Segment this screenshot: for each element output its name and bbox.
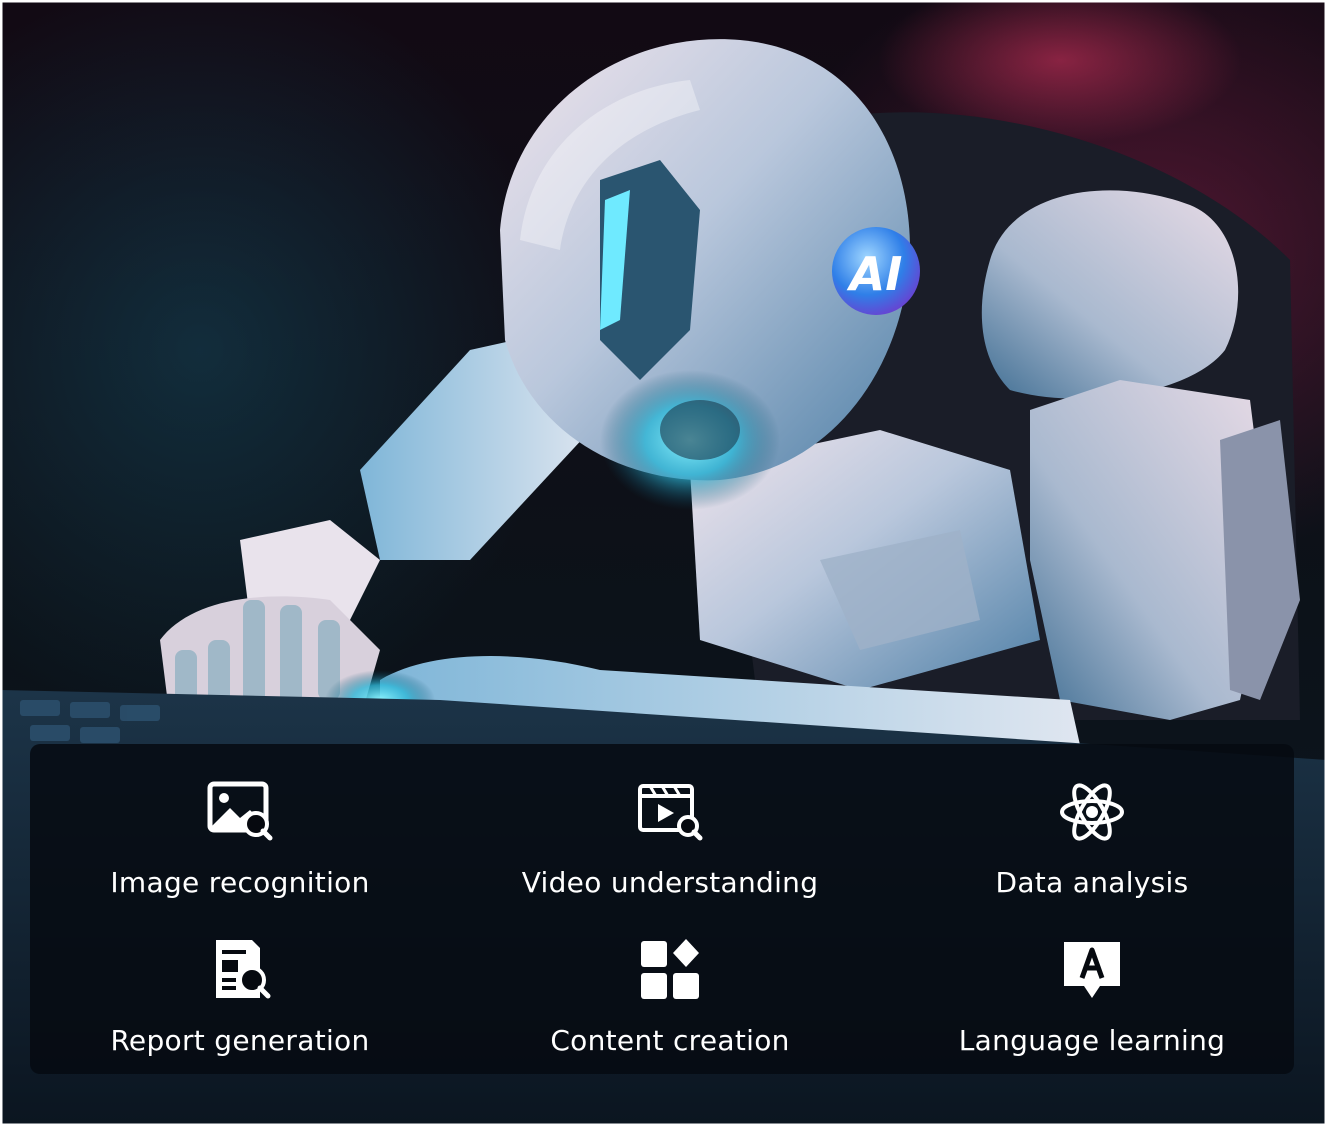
image-search-icon (206, 778, 274, 846)
feature-report-generation[interactable]: Report generation (30, 900, 450, 1064)
video-search-icon (636, 778, 704, 846)
feature-label: Data analysis (995, 866, 1189, 899)
feature-language-learning[interactable]: Language learning (890, 900, 1294, 1064)
feature-label: Image recognition (110, 866, 370, 899)
feature-video-understanding[interactable]: Video understanding (450, 744, 890, 904)
feature-label: Language learning (958, 1024, 1226, 1057)
ai-badge-text: AI (847, 247, 903, 301)
feature-label: Content creation (550, 1024, 790, 1057)
content-blocks-icon (636, 936, 704, 1004)
report-search-icon (206, 936, 274, 1004)
feature-image-recognition[interactable]: Image recognition (30, 744, 450, 904)
features-panel: Image recognition Video understanding Da… (30, 744, 1294, 1074)
language-bubble-icon (1058, 936, 1126, 1004)
feature-label: Video understanding (521, 866, 819, 899)
hero-banner: AI Image recognition Video understanding… (0, 0, 1327, 1126)
feature-data-analysis[interactable]: Data analysis (890, 744, 1294, 904)
atom-icon (1058, 778, 1126, 846)
feature-label: Report generation (110, 1024, 370, 1057)
feature-content-creation[interactable]: Content creation (450, 900, 890, 1064)
